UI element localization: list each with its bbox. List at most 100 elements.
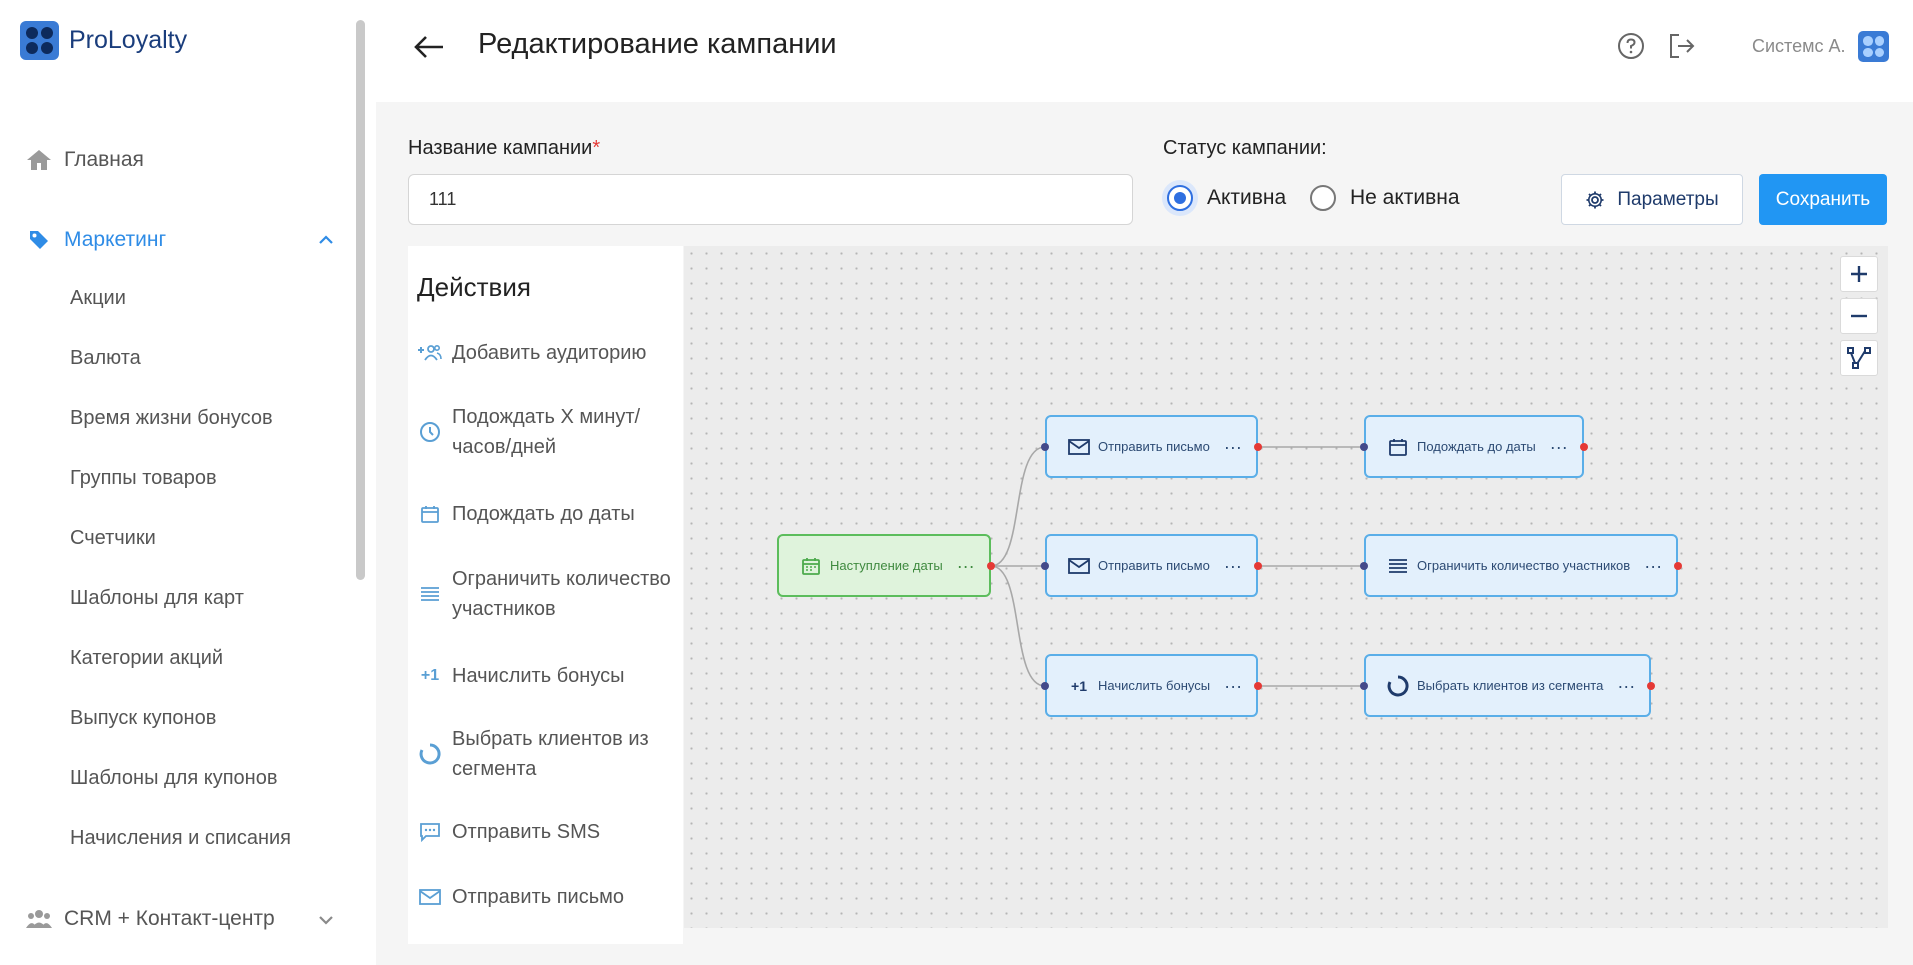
action-select-segment[interactable]: Выбрать клиентов из сегмента: [416, 724, 649, 784]
flow-node-label: Выбрать клиентов из сегмента: [1417, 678, 1604, 693]
list-icon: [416, 579, 444, 609]
flow-node-trigger[interactable]: Наступление даты ···: [777, 534, 991, 597]
sidebar-subitem[interactable]: Категории акций: [70, 647, 223, 670]
action-label: Подождать X минут/ часов/дней: [452, 406, 641, 458]
action-send-sms[interactable]: Отправить SMS: [416, 817, 600, 847]
sidebar-item-label: Маркетинг: [64, 228, 167, 251]
sidebar-item-marketing[interactable]: Маркетинг: [24, 225, 166, 255]
action-label: Выбрать клиентов из сегмента: [452, 728, 649, 780]
actions-panel: Действия Добавить аудиторию Подождать X …: [408, 246, 683, 944]
sidebar-item-crm[interactable]: CRM + Контакт-центр: [24, 904, 275, 934]
chevron-up-icon[interactable]: [316, 230, 336, 250]
node-menu-icon[interactable]: ···: [1644, 557, 1662, 575]
help-icon[interactable]: [1617, 32, 1645, 60]
action-label: Добавить аудиторию: [452, 342, 647, 364]
sidebar-subitem[interactable]: Выпуск купонов: [70, 707, 216, 730]
flow-node-add-bonus[interactable]: +1 Начислить бонусы ···: [1045, 654, 1258, 717]
zoom-in-button[interactable]: [1840, 256, 1878, 292]
sidebar-scrollbar[interactable]: [356, 20, 365, 580]
output-port[interactable]: [987, 562, 995, 570]
avatar[interactable]: [1858, 31, 1889, 62]
output-port[interactable]: [1580, 443, 1588, 451]
action-label: Отправить SMS: [452, 821, 601, 843]
home-icon: [24, 145, 54, 175]
flow-node-label: Отправить письмо: [1098, 558, 1210, 573]
campaign-name-label-text: Название кампании: [408, 137, 593, 159]
input-port[interactable]: [1041, 682, 1049, 690]
params-button[interactable]: Параметры: [1561, 174, 1743, 225]
output-port[interactable]: [1647, 682, 1655, 690]
flow-node-label: Подождать до даты: [1417, 439, 1536, 454]
input-port[interactable]: [1360, 443, 1368, 451]
sidebar-subitem[interactable]: Группы товаров: [70, 467, 217, 490]
flow-node-limit-participants[interactable]: Ограничить количество участников ···: [1364, 534, 1678, 597]
output-port[interactable]: [1254, 682, 1262, 690]
campaign-status-label: Статус кампании:: [1163, 137, 1327, 159]
sidebar-subitem[interactable]: Шаблоны для карт: [70, 587, 244, 610]
sidebar-subitem[interactable]: Время жизни бонусов: [70, 407, 273, 430]
radio-label: Не активна: [1350, 186, 1460, 209]
action-label: Отправить письмо: [452, 886, 625, 908]
action-label: Ограничить количество участников: [452, 568, 671, 620]
action-add-audience[interactable]: Добавить аудиторию: [416, 338, 646, 368]
calendar-icon: [416, 499, 444, 529]
flow-node-label: Ограничить количество участников: [1417, 558, 1631, 573]
node-menu-icon[interactable]: ···: [1550, 438, 1568, 456]
node-menu-icon[interactable]: ···: [1617, 677, 1635, 695]
logout-icon[interactable]: [1668, 32, 1696, 60]
sidebar-subitem[interactable]: Валюта: [70, 347, 141, 370]
mail-icon: [1067, 554, 1091, 578]
flow-node-send-email-2[interactable]: Отправить письмо ···: [1045, 534, 1258, 597]
sidebar-item-label: CRM + Контакт-центр: [64, 907, 275, 930]
chevron-down-icon[interactable]: [316, 910, 336, 930]
brand-name: ProLoyalty: [69, 26, 188, 54]
input-port[interactable]: [1360, 562, 1368, 570]
node-menu-icon[interactable]: ···: [1224, 438, 1242, 456]
user-name[interactable]: Системс А.: [1752, 36, 1846, 57]
zoom-out-button[interactable]: [1840, 298, 1878, 334]
action-limit-participants[interactable]: Ограничить количество участников: [416, 564, 671, 624]
action-add-bonus[interactable]: +1 Начислить бонусы: [416, 661, 625, 691]
action-label: Подождать до даты: [452, 503, 635, 525]
people-icon: [24, 904, 54, 934]
sidebar-subitem[interactable]: Шаблоны для купонов: [70, 767, 277, 790]
sidebar-item-main[interactable]: Главная: [24, 145, 144, 175]
status-active-radio[interactable]: Активна: [1167, 185, 1286, 211]
node-menu-icon[interactable]: ···: [1224, 557, 1242, 575]
action-wait-duration[interactable]: Подождать X минут/ часов/дней: [416, 402, 640, 462]
brand[interactable]: ProLoyalty: [20, 21, 187, 60]
sidebar-subitem[interactable]: Счетчики: [70, 527, 156, 550]
params-button-label: Параметры: [1617, 188, 1719, 210]
sidebar-subitem[interactable]: Акции: [70, 287, 126, 310]
input-port[interactable]: [1041, 443, 1049, 451]
plus-icon: [1851, 266, 1867, 282]
tag-icon: [24, 225, 54, 255]
action-label: Начислить бонусы: [452, 665, 625, 687]
flow-node-send-email-1[interactable]: Отправить письмо ···: [1045, 415, 1258, 478]
node-menu-icon[interactable]: ···: [957, 557, 975, 575]
segment-icon: [1386, 674, 1410, 698]
radio-label: Активна: [1207, 186, 1287, 209]
status-inactive-radio[interactable]: Не активна: [1310, 185, 1460, 211]
output-port[interactable]: [1674, 562, 1682, 570]
action-send-email[interactable]: Отправить письмо: [416, 882, 624, 912]
minus-icon: [1851, 314, 1867, 318]
node-menu-icon[interactable]: ···: [1224, 677, 1242, 695]
plus-one-icon: +1: [420, 667, 440, 684]
page-title: Редактирование кампании: [478, 28, 837, 60]
sidebar-item-label: Главная: [64, 148, 144, 171]
flow-node-wait-date[interactable]: Подождать до даты ···: [1364, 415, 1584, 478]
action-wait-date[interactable]: Подождать до даты: [416, 499, 635, 529]
auto-layout-button[interactable]: [1840, 340, 1878, 376]
input-port[interactable]: [1360, 682, 1368, 690]
sidebar-subitem[interactable]: Начисления и списания: [70, 827, 291, 850]
output-port[interactable]: [1254, 562, 1262, 570]
radio-circle: [1310, 185, 1336, 211]
save-button[interactable]: Сохранить: [1759, 174, 1887, 225]
flow-node-select-segment[interactable]: Выбрать клиентов из сегмента ···: [1364, 654, 1651, 717]
campaign-name-input[interactable]: [408, 174, 1133, 225]
back-arrow-icon[interactable]: [412, 30, 446, 64]
input-port[interactable]: [1041, 562, 1049, 570]
logo-icon: [20, 21, 59, 60]
output-port[interactable]: [1254, 443, 1262, 451]
